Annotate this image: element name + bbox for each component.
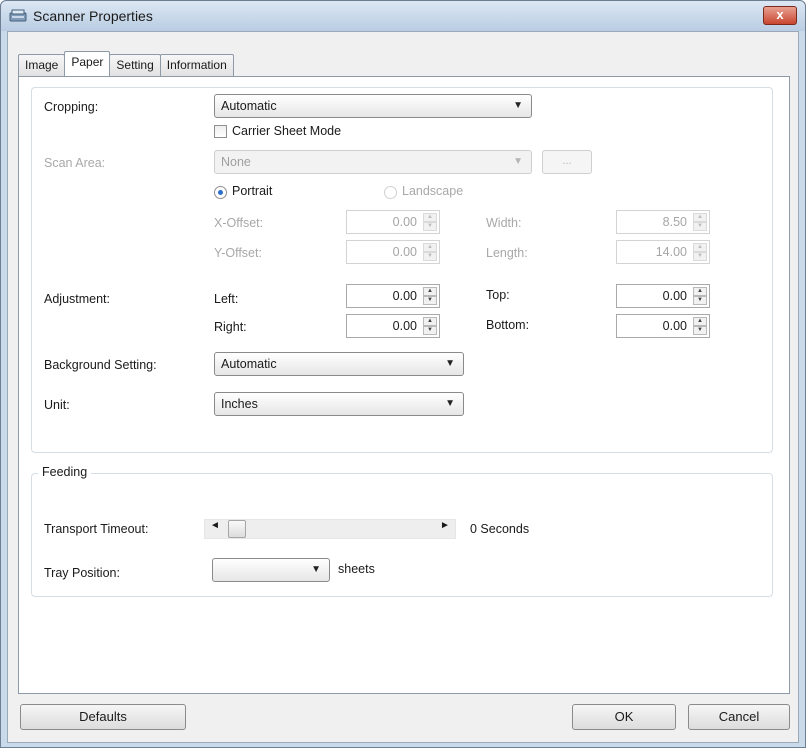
cropping-label: Cropping: bbox=[44, 100, 99, 114]
chevron-down-icon: ▼ bbox=[445, 358, 455, 369]
slider-right-arrow-icon[interactable]: ► bbox=[440, 520, 450, 531]
title-bar: Scanner Properties x bbox=[1, 1, 805, 31]
spin-down-icon[interactable]: ▼ bbox=[423, 252, 437, 261]
adjustment-top-label: Top: bbox=[486, 288, 510, 302]
unit-value: Inches bbox=[221, 397, 258, 411]
adjustment-bottom-spinner[interactable]: 0.00 ▲ ▼ bbox=[616, 314, 710, 338]
x-offset-spinner[interactable]: 0.00 ▲ ▼ bbox=[346, 210, 440, 234]
y-offset-label: Y-Offset: bbox=[214, 246, 262, 260]
spin-down-icon[interactable]: ▼ bbox=[423, 296, 437, 305]
portrait-radio[interactable] bbox=[214, 186, 227, 199]
width-label: Width: bbox=[486, 216, 522, 230]
spin-up-icon[interactable]: ▲ bbox=[423, 213, 437, 222]
tray-position-label: Tray Position: bbox=[44, 566, 120, 580]
spin-up-icon[interactable]: ▲ bbox=[693, 317, 707, 326]
landscape-label: Landscape bbox=[402, 184, 464, 198]
portrait-label: Portrait bbox=[232, 184, 273, 198]
carrier-sheet-checkbox[interactable] bbox=[214, 125, 227, 138]
scanner-icon bbox=[9, 9, 27, 22]
paper-settings-group: Cropping: Automatic ▼ Carrier Sheet Mode… bbox=[31, 87, 773, 453]
feeding-group: Feeding Transport Timeout: ◄ ► 0 Seconds… bbox=[31, 465, 773, 597]
tab-information[interactable]: Information bbox=[159, 54, 234, 76]
adjustment-left-label: Left: bbox=[214, 292, 239, 306]
adjustment-right-spinner[interactable]: 0.00 ▲ ▼ bbox=[346, 314, 440, 338]
landscape-radio[interactable] bbox=[384, 186, 397, 199]
slider-left-arrow-icon[interactable]: ◄ bbox=[210, 520, 220, 531]
y-offset-value: 0.00 bbox=[392, 245, 417, 259]
window-title: Scanner Properties bbox=[33, 8, 153, 24]
spin-down-icon[interactable]: ▼ bbox=[423, 326, 437, 335]
feeding-legend: Feeding bbox=[38, 465, 92, 479]
scan-area-dropdown[interactable]: None ▼ bbox=[214, 150, 532, 174]
tab-setting[interactable]: Setting bbox=[109, 54, 161, 76]
chevron-down-icon: ▼ bbox=[311, 564, 321, 575]
adjustment-left-spinner[interactable]: 0.00 ▲ ▼ bbox=[346, 284, 440, 308]
tab-strip: Image Paper Setting Information bbox=[18, 51, 234, 76]
close-button[interactable]: x bbox=[763, 6, 797, 25]
tray-position-dropdown[interactable]: ▼ bbox=[212, 558, 330, 582]
spin-up-icon[interactable]: ▲ bbox=[693, 213, 707, 222]
adjustment-right-label: Right: bbox=[214, 320, 247, 334]
carrier-sheet-label: Carrier Sheet Mode bbox=[232, 124, 342, 138]
chevron-down-icon: ▼ bbox=[513, 100, 523, 111]
cropping-value: Automatic bbox=[221, 99, 277, 113]
spin-up-icon[interactable]: ▲ bbox=[423, 317, 437, 326]
spin-up-icon[interactable]: ▲ bbox=[423, 243, 437, 252]
scan-area-more-button[interactable]: ... bbox=[542, 150, 592, 174]
y-offset-spinner[interactable]: 0.00 ▲ ▼ bbox=[346, 240, 440, 264]
transport-timeout-value: 0 Seconds bbox=[470, 522, 530, 536]
background-setting-label: Background Setting: bbox=[44, 358, 157, 372]
scanner-properties-window: Scanner Properties x Image Paper Setting… bbox=[0, 0, 806, 748]
adjustment-top-value: 0.00 bbox=[662, 289, 687, 303]
length-label: Length: bbox=[486, 246, 528, 260]
adjustment-bottom-value: 0.00 bbox=[662, 319, 687, 333]
transport-timeout-label: Transport Timeout: bbox=[44, 522, 149, 536]
tab-paper[interactable]: Paper bbox=[64, 51, 111, 76]
unit-label: Unit: bbox=[44, 398, 70, 412]
spin-down-icon[interactable]: ▼ bbox=[693, 222, 707, 231]
tray-unit-label: sheets bbox=[338, 562, 375, 576]
spin-up-icon[interactable]: ▲ bbox=[693, 243, 707, 252]
defaults-button[interactable]: Defaults bbox=[20, 704, 186, 730]
paper-tab-panel: Cropping: Automatic ▼ Carrier Sheet Mode… bbox=[18, 76, 790, 694]
dialog-body: Image Paper Setting Information Cropping… bbox=[7, 31, 799, 743]
length-value: 14.00 bbox=[655, 245, 687, 259]
adjustment-label: Adjustment: bbox=[44, 292, 111, 306]
x-offset-value: 0.00 bbox=[392, 215, 417, 229]
spin-down-icon[interactable]: ▼ bbox=[693, 296, 707, 305]
adjustment-top-spinner[interactable]: 0.00 ▲ ▼ bbox=[616, 284, 710, 308]
background-setting-value: Automatic bbox=[221, 357, 277, 371]
adjustment-bottom-label: Bottom: bbox=[486, 318, 530, 332]
unit-dropdown[interactable]: Inches ▼ bbox=[214, 392, 464, 416]
spin-down-icon[interactable]: ▼ bbox=[693, 252, 707, 261]
spin-up-icon[interactable]: ▲ bbox=[423, 287, 437, 296]
slider-thumb[interactable] bbox=[228, 520, 246, 538]
cancel-button[interactable]: Cancel bbox=[688, 704, 790, 730]
adjustment-left-value: 0.00 bbox=[392, 289, 417, 303]
width-spinner[interactable]: 8.50 ▲ ▼ bbox=[616, 210, 710, 234]
tab-image[interactable]: Image bbox=[18, 54, 66, 76]
ok-button[interactable]: OK bbox=[572, 704, 676, 730]
width-value: 8.50 bbox=[662, 215, 687, 229]
spin-down-icon[interactable]: ▼ bbox=[693, 326, 707, 335]
scan-area-label: Scan Area: bbox=[44, 156, 106, 170]
x-offset-label: X-Offset: bbox=[214, 216, 264, 230]
scan-area-value: None bbox=[221, 155, 251, 169]
chevron-down-icon: ▼ bbox=[445, 398, 455, 409]
chevron-down-icon: ▼ bbox=[513, 156, 523, 167]
background-setting-dropdown[interactable]: Automatic ▼ bbox=[214, 352, 464, 376]
spin-down-icon[interactable]: ▼ bbox=[423, 222, 437, 231]
adjustment-right-value: 0.00 bbox=[392, 319, 417, 333]
spin-up-icon[interactable]: ▲ bbox=[693, 287, 707, 296]
length-spinner[interactable]: 14.00 ▲ ▼ bbox=[616, 240, 710, 264]
cropping-dropdown[interactable]: Automatic ▼ bbox=[214, 94, 532, 118]
